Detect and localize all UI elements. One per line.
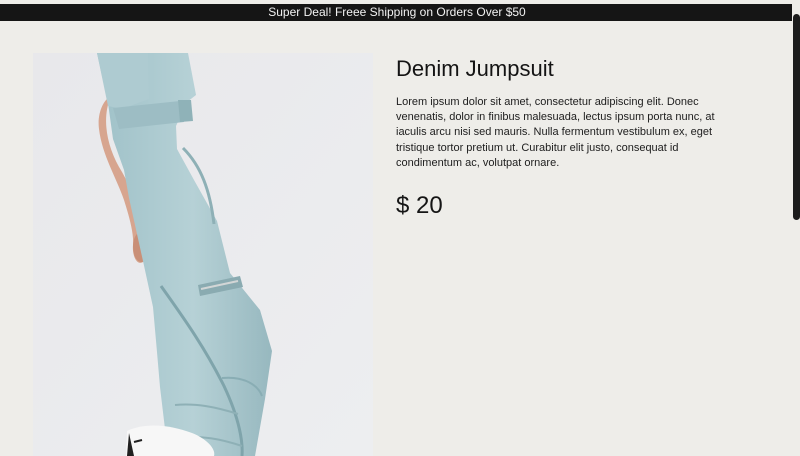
product-details: Denim Jumpsuit Lorem ipsum dolor sit ame… [396,55,736,221]
denim-jumpsuit-photo [33,53,373,456]
page-scrollbar[interactable] [792,0,800,456]
product-price: $ 20 [396,192,443,220]
product-page: Super Deal! Freee Shipping on Orders Ove… [0,0,800,456]
promo-banner: Super Deal! Freee Shipping on Orders Ove… [0,4,794,21]
product-description: Lorem ipsum dolor sit amet, consectetur … [396,96,715,169]
product-image [33,53,373,456]
product-title: Denim Jumpsuit [396,56,554,81]
scrollbar-thumb[interactable] [793,14,800,220]
